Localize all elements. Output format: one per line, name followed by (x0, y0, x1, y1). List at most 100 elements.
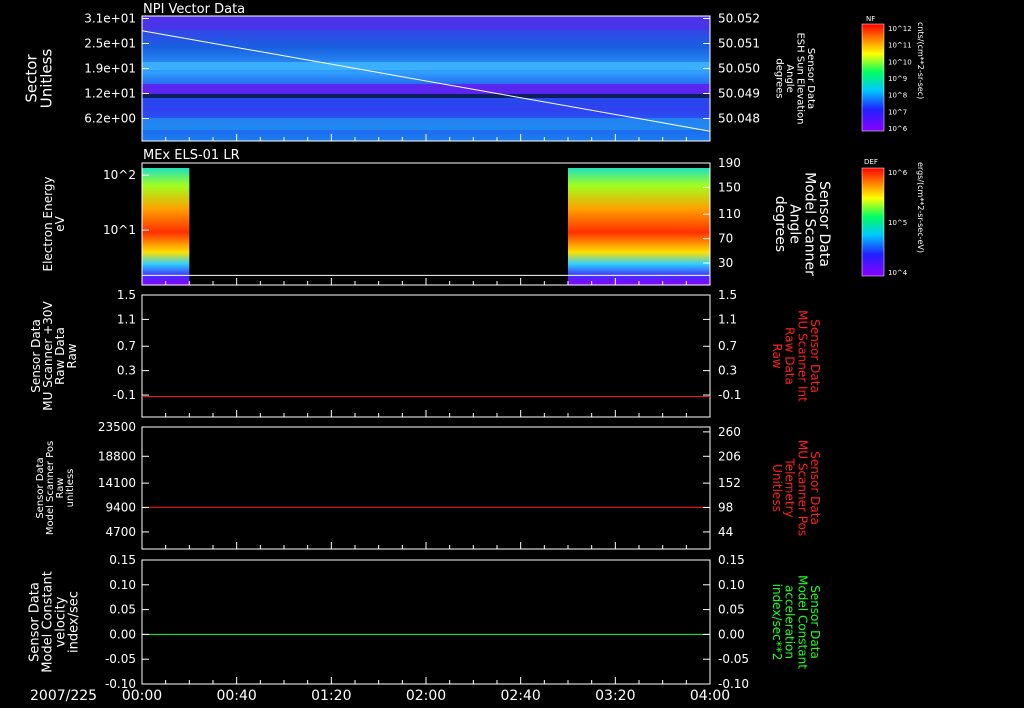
right-tick-label: 50.050 (718, 62, 760, 76)
right-axis-label-line: Sensor Data (816, 181, 832, 267)
els-data-block (142, 168, 190, 285)
pos-frame (141, 426, 711, 550)
right-tick-label: 0.15 (718, 553, 745, 567)
right-axis-label: Sensor DataMU Scanner IntRaw DataRaw (770, 310, 822, 402)
right-tick-label: 1.5 (718, 288, 737, 302)
right-tick-label: 30 (718, 256, 733, 270)
npi-band (142, 94, 710, 98)
time-tick-label: 03:20 (595, 688, 635, 704)
left-axis-label: SectorUnitless (23, 49, 56, 109)
vel-frame (141, 559, 711, 685)
right-axis-label-line: Model Scanner (801, 172, 817, 276)
left-tick-label: 1.1 (117, 312, 136, 326)
right-axis-label-line: degrees (773, 58, 784, 98)
left-tick-label: 14100 (98, 476, 136, 490)
colorbar-tick-label: 10^6 (888, 169, 908, 177)
colorbar-tick-label: 10^10 (888, 58, 912, 66)
left-axis-label: Sensor DataModel Scanner PosRawunitless (35, 441, 76, 535)
right-axis-label-line: Angle (784, 64, 795, 92)
els-colorbar: DEF 10^6 10^5 10^4 ergs/(cm**2-sr-sec-eV) (861, 158, 925, 277)
colorbar-tick-label: 10^8 (888, 92, 907, 100)
colorbar-tick-label: 10^12 (888, 25, 912, 33)
time-tick-label: 00:40 (216, 688, 256, 704)
right-axis-label-line: Unitless (770, 464, 784, 512)
right-tick-label: 206 (718, 449, 741, 463)
left-tick-label: 0.15 (109, 553, 136, 567)
left-tick-label: 0.05 (109, 603, 136, 617)
left-tick-label: 0.10 (109, 578, 136, 592)
time-axis: 00:00 00:40 01:20 02:00 02:40 03:20 04:00 (122, 688, 730, 704)
els-data-block (568, 168, 710, 285)
right-tick-label: 0.10 (718, 578, 745, 592)
left-tick-label: 0.7 (117, 339, 136, 353)
npi-colorbar-scale (861, 23, 885, 132)
date-label: 2007/225 (30, 688, 97, 704)
left-tick-label: 4700 (105, 525, 136, 539)
right-tick-label: 50.051 (718, 37, 760, 51)
colorbar-tick-label: 10^5 (888, 219, 907, 227)
npi-colorbar-title: NF (866, 15, 875, 23)
right-tick-label: -0.05 (718, 652, 749, 666)
raw-frame (141, 294, 711, 418)
els-title: MEx ELS-01 LR (143, 148, 240, 163)
right-axis-label-line: index/sec**2 (770, 584, 784, 661)
right-axis-label-line: Raw (770, 343, 784, 368)
right-tick-label: 0.05 (718, 603, 745, 617)
right-axis-label: Sensor DataESH Sun ElevationAngledegrees (773, 32, 816, 124)
time-tick-label: 01:20 (311, 688, 351, 704)
right-tick-label: 152 (718, 476, 741, 490)
els-colorbar-scale (861, 167, 885, 277)
left-tick-label: 6.2e+00 (84, 112, 136, 126)
right-tick-label: 110 (718, 207, 741, 221)
right-tick-label: 0.00 (718, 627, 745, 641)
npi-band (142, 16, 710, 30)
right-tick-label: 70 (718, 232, 733, 246)
right-tick-label: 150 (718, 180, 741, 194)
left-tick-label: 0.3 (117, 364, 136, 378)
colorbar-tick-label: 10^4 (888, 269, 908, 277)
els-panel: MEx ELS-01 LR (141, 148, 711, 286)
npi-title: NPI Vector Data (143, 2, 245, 17)
time-tick-label: 02:00 (406, 688, 446, 704)
left-tick-label: 1.9e+01 (84, 62, 136, 76)
npi-colorbar-unit: cnts/(cm**2-sr-sec) (916, 22, 925, 99)
left-tick-label: 10^2 (103, 168, 136, 182)
left-tick-label: -0.1 (113, 388, 136, 402)
right-axis-label: Sensor DataModel Constantaccelerationind… (770, 575, 822, 669)
els-colorbar-title: DEF (864, 158, 878, 166)
right-tick-label: 44 (718, 525, 733, 539)
right-tick-label: 0.7 (718, 339, 737, 353)
npi-band (142, 118, 710, 130)
left-tick-label: 1.5 (117, 288, 136, 302)
left-tick-label: 23500 (98, 420, 136, 434)
right-tick-label: 1.1 (718, 312, 737, 326)
right-tick-label: 50.048 (718, 112, 760, 126)
right-axis-label-line: Angle (787, 204, 803, 244)
colorbar-tick-label: 10^11 (888, 42, 912, 50)
time-tick-label: 04:00 (690, 688, 730, 704)
left-tick-label: 18800 (98, 449, 136, 463)
left-axis-label-line: eV (53, 215, 67, 231)
right-tick-label: 50.049 (718, 87, 760, 101)
els-colorbar-ticks: 10^6 10^5 10^4 (888, 169, 908, 277)
left-tick-label: 1.2e+01 (84, 87, 136, 101)
right-tick-label: 260 (718, 425, 741, 439)
right-tick-label: 50.052 (718, 12, 760, 26)
time-tick-label: 02:40 (500, 688, 540, 704)
right-axis-label-line: Sensor Data (805, 48, 816, 109)
left-axis-label: Sensor DataMU Scanner +30VRaw DataRaw (29, 301, 79, 411)
npi-band (142, 84, 710, 94)
left-axis-label-line: index/sec (67, 591, 82, 653)
right-tick-label: -0.1 (718, 388, 741, 402)
timeseries-figure: NPI Vector Data MEx ELS-01 LR 3.1e+01 2.5… (23, 2, 926, 704)
right-axis-label-line: ESH Sun Elevation (794, 32, 805, 124)
left-tick-label: 2.5e+01 (84, 37, 136, 51)
colorbar-tick-label: 10^9 (888, 75, 907, 83)
right-axis-label: Sensor DataMU Scanner PosTelemetryUnitle… (770, 440, 822, 536)
npi-panel: NPI Vector Data (141, 2, 711, 142)
left-axis-label-line: Unitless (38, 49, 56, 109)
left-tick-label: 0.00 (109, 627, 136, 641)
left-axis-label: Sensor DataModel Constantvelocityindex/s… (28, 571, 82, 673)
left-tick-label: 3.1e+01 (84, 12, 136, 26)
left-axis-label: Electron EnergyeV (41, 176, 67, 271)
